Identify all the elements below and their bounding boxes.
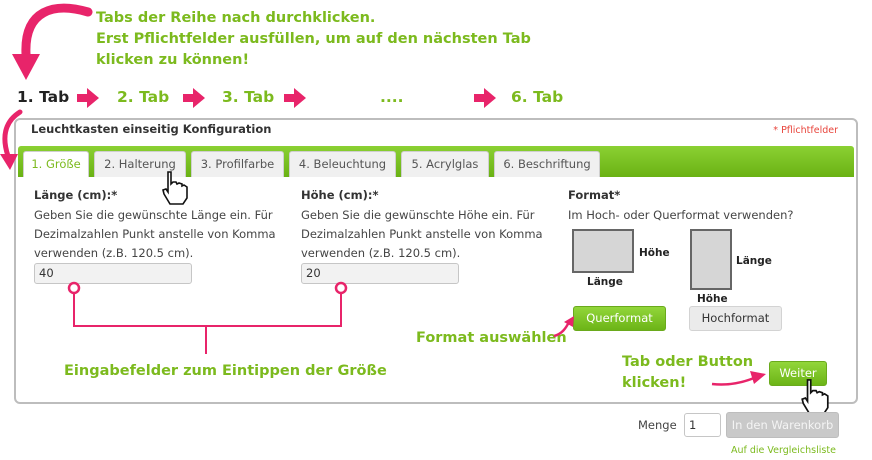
portrait-button[interactable]: Hochformat xyxy=(689,306,782,331)
arrow-icon xyxy=(553,316,574,338)
panel-title: Leuchtkasten einseitig Konfiguration xyxy=(31,122,272,136)
instruction-line-1: Tabs der Reihe nach durchklicken. xyxy=(96,10,376,26)
step-arrow-icon xyxy=(183,88,205,108)
step-2-label: 2. Tab xyxy=(117,88,170,106)
tab-profile-color[interactable]: 3. Profilfarbe xyxy=(191,151,284,177)
instruction-line-2: Erst Pflichtfelder ausfüllen, um auf den… xyxy=(96,31,531,47)
compare-list-link[interactable]: Auf die Vergleichsliste xyxy=(731,445,836,456)
portrait-length-label: Länge xyxy=(736,255,772,267)
height-label: Höhe (cm):* xyxy=(301,188,379,202)
quantity-label: Menge xyxy=(638,418,677,432)
tab-acrylic[interactable]: 5. Acrylglas xyxy=(401,151,489,177)
length-label: Länge (cm):* xyxy=(34,188,118,202)
format-annotation: Format auswählen xyxy=(416,330,567,346)
portrait-shape xyxy=(690,229,732,290)
format-question: Im Hoch- oder Querformat verwenden? xyxy=(568,208,794,222)
input-fields-annotation: Eingabefelder zum Eintippen der Größe xyxy=(64,363,387,379)
step-arrow-icon xyxy=(284,88,306,108)
hand-cursor-icon xyxy=(162,171,188,205)
curved-arrow-icon xyxy=(12,3,93,80)
instruction-text: Tabs der Reihe nach durchklicken. Erst P… xyxy=(96,8,531,71)
hand-cursor-icon xyxy=(801,379,829,415)
landscape-height-label: Höhe xyxy=(639,247,670,259)
landscape-button[interactable]: Querformat xyxy=(573,306,666,331)
step-arrow-icon xyxy=(474,88,496,108)
step-arrow-icon xyxy=(77,88,99,108)
input-pointer-bracket xyxy=(67,281,348,354)
portrait-height-label: Höhe xyxy=(697,293,728,305)
instruction-line-3: klicken zu können! xyxy=(96,52,250,68)
tab-lettering[interactable]: 6. Beschriftung xyxy=(494,151,600,177)
add-to-cart-button[interactable]: In den Warenkorb xyxy=(726,412,839,438)
step-6-label: 6. Tab xyxy=(511,88,564,106)
step-ellipsis: .... xyxy=(380,88,404,106)
required-fields-note: * Pflichtfelder xyxy=(773,125,838,136)
format-label: Format* xyxy=(568,188,621,202)
landscape-length-label: Länge xyxy=(587,276,623,288)
arrow-icon xyxy=(711,371,766,386)
length-help-text: Geben Sie die gewünschte Länge ein. Für … xyxy=(34,208,276,260)
landscape-shape xyxy=(572,229,634,273)
step-1-label: 1. Tab xyxy=(17,88,70,106)
step-3-label: 3. Tab xyxy=(222,88,275,106)
height-help-text: Geben Sie die gewünschte Höhe ein. Für D… xyxy=(301,208,543,260)
tab-lighting[interactable]: 4. Beleuchtung xyxy=(289,151,396,177)
tab-size[interactable]: 1. Größe xyxy=(23,151,89,177)
quantity-input[interactable]: 1 xyxy=(684,413,721,437)
